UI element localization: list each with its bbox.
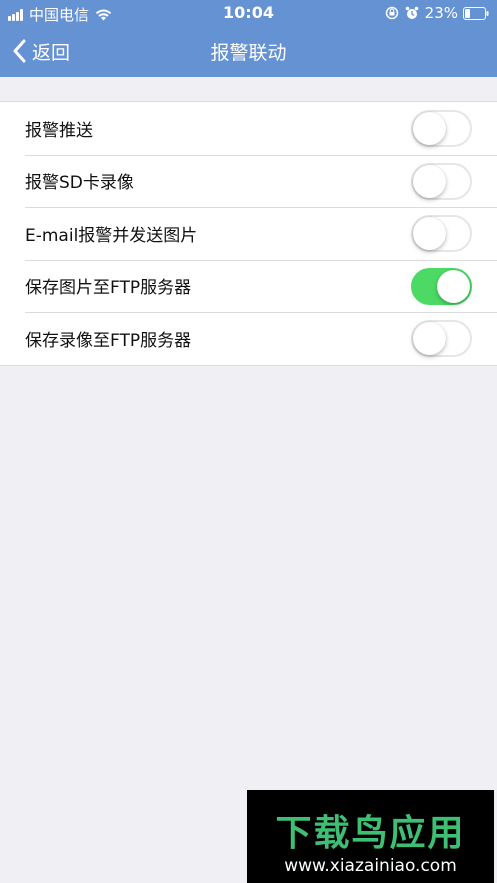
setting-label: 报警推送	[25, 120, 93, 141]
watermark-url: www.xiazainiao.com	[284, 856, 457, 876]
setting-row-ftp-video: 保存录像至FTP服务器	[0, 312, 497, 365]
settings-list: 报警推送 报警SD卡录像 E-mail报警并发送图片 保存图片至FTP服务器 保…	[0, 101, 497, 366]
alarm-clock-icon	[405, 6, 418, 19]
alarm-push-toggle[interactable]	[411, 110, 472, 147]
sd-recording-toggle[interactable]	[411, 162, 472, 200]
setting-row-sd-recording: 报警SD卡录像	[0, 154, 497, 208]
navigation-bar: 返回 报警联动	[0, 26, 497, 77]
page-title: 报警联动	[210, 42, 287, 64]
setting-row-ftp-image: 保存图片至FTP服务器	[0, 259, 497, 313]
battery-percent: 23%	[424, 4, 458, 22]
setting-label: 保存图片至FTP服务器	[25, 278, 192, 299]
setting-label: 报警SD卡录像	[25, 173, 134, 194]
watermark: 下载鸟应用 www.xiazainiao.com	[247, 790, 494, 883]
watermark-logo: 下载鸟应用	[275, 813, 466, 854]
app-header: 中国电信 10:04 23% 返回 报警联动	[0, 0, 497, 77]
setting-label: 保存录像至FTP服务器	[25, 330, 192, 351]
status-bar: 中国电信 10:04 23%	[0, 0, 497, 26]
setting-label: E-mail报警并发送图片	[25, 225, 198, 246]
setting-row-alarm-push: 报警推送	[0, 102, 497, 155]
ftp-video-toggle[interactable]	[411, 320, 472, 357]
email-alarm-toggle[interactable]	[411, 215, 472, 252]
ftp-image-toggle[interactable]	[411, 267, 472, 305]
battery-icon	[463, 6, 489, 20]
rotation-lock-icon	[385, 6, 398, 20]
setting-row-email-alarm: E-mail报警并发送图片	[0, 207, 497, 260]
status-bar-right: 23%	[385, 4, 489, 22]
